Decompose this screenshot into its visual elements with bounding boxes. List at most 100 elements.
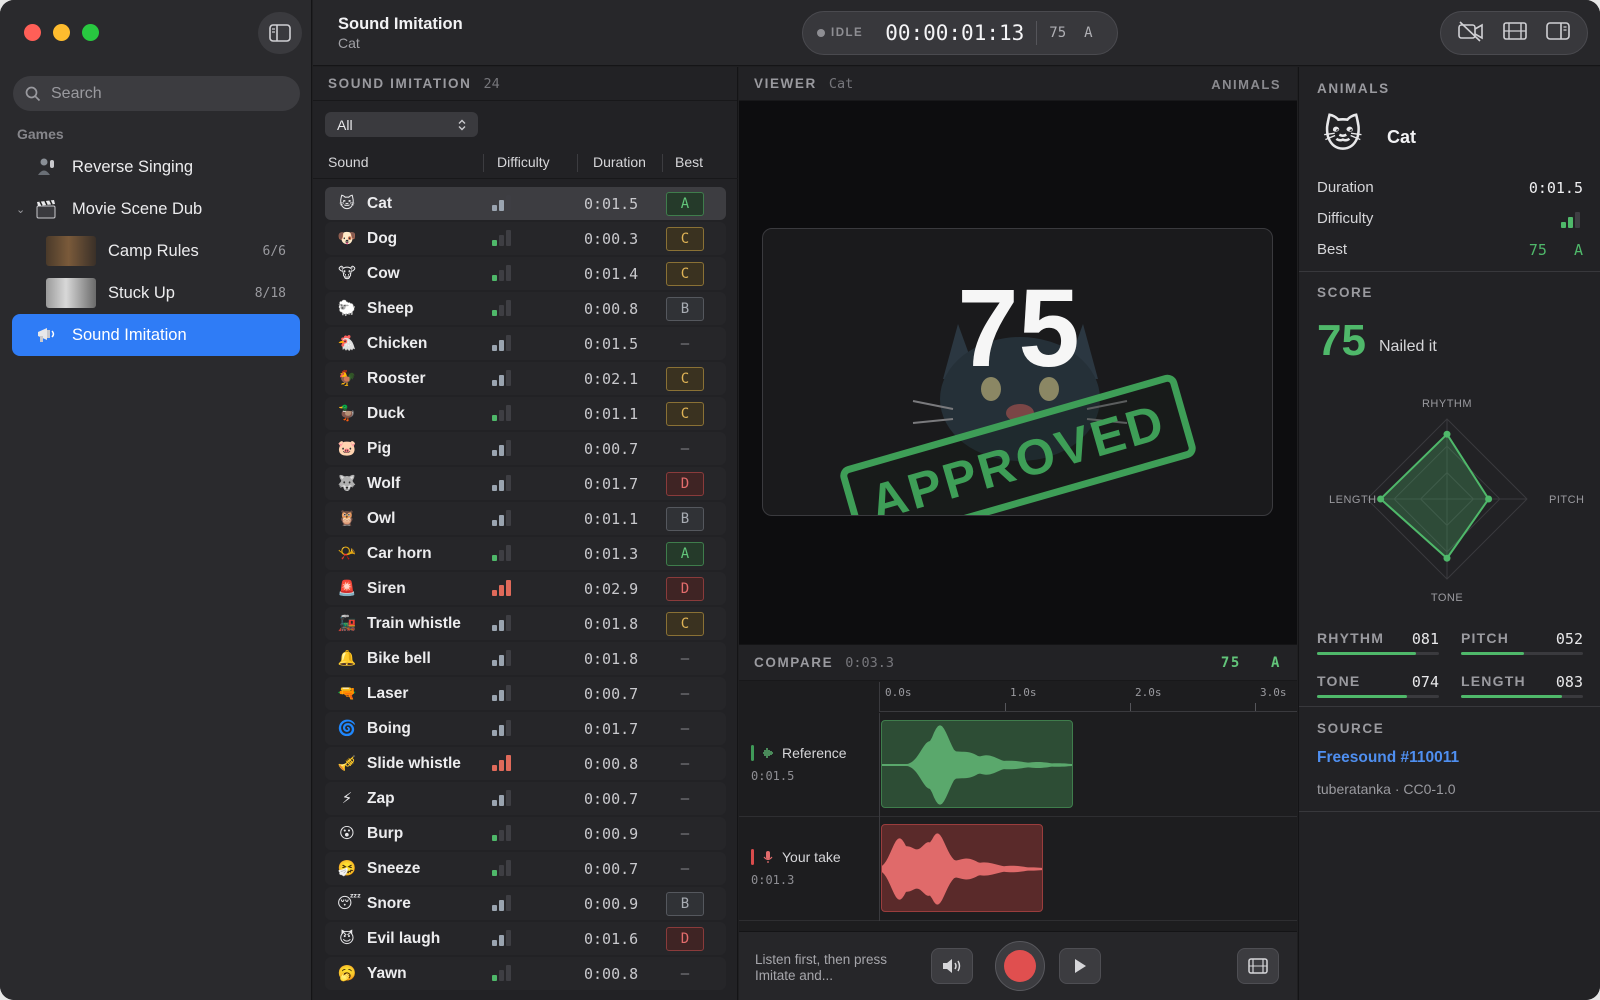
difficulty-indicator: [492, 650, 512, 666]
table-row[interactable]: 🚂 Train whistle 0:01.8 C: [325, 607, 726, 640]
metric-fill: [1461, 652, 1525, 655]
sidebar-item-reverse-singing[interactable]: Reverse Singing: [12, 146, 300, 188]
best-grade-badge: —: [680, 756, 690, 772]
difficulty-bar: [492, 380, 497, 386]
table-row[interactable]: 🐷 Pig 0:00.7 —: [325, 432, 726, 465]
sidebar-toggle-button[interactable]: [258, 12, 302, 54]
search-field[interactable]: Search: [13, 76, 300, 111]
track-lane[interactable]: [879, 817, 1297, 921]
sidebar-item-label: Movie Scene Dub: [72, 199, 203, 218]
camera-off-icon[interactable]: [1457, 20, 1485, 47]
sidebar: Search Games Reverse Singing ⌄ Movie Sce…: [0, 0, 312, 1000]
ruler-label: 0.0s: [885, 686, 912, 699]
search-icon: [25, 86, 41, 101]
table-row[interactable]: 🔔 Bike bell 0:01.8 —: [325, 642, 726, 675]
score-display: 75: [957, 267, 1080, 390]
table-row[interactable]: 🦉 Owl 0:01.1 B: [325, 502, 726, 535]
column-header-sound[interactable]: Sound: [328, 154, 368, 170]
zoom-window-button[interactable]: [82, 24, 99, 41]
difficulty-bar: [506, 475, 511, 491]
table-row[interactable]: 🦆 Duck 0:01.1 C: [325, 397, 726, 430]
table-row[interactable]: 🐺 Wolf 0:01.7 D: [325, 467, 726, 500]
table-row[interactable]: 🐮 Cow 0:01.4 C: [325, 257, 726, 290]
play-button[interactable]: [1059, 948, 1101, 984]
record-controls: Listen first, then press Imitate and...: [739, 931, 1297, 1000]
time-ruler[interactable]: 0.0s 1.0s 2.0s 3.0s: [879, 682, 1297, 712]
sound-name: Chicken: [367, 334, 428, 352]
table-row[interactable]: 😈 Evil laugh 0:01.6 D: [325, 922, 726, 955]
sound-icon: 🐑: [337, 299, 357, 317]
difficulty-bar: [499, 375, 504, 386]
difficulty-bar: [492, 345, 497, 351]
table-row[interactable]: 🎺 Slide whistle 0:00.8 —: [325, 747, 726, 780]
reference-clip[interactable]: [881, 720, 1073, 808]
best-grade-badge: B: [666, 892, 704, 916]
minimize-window-button[interactable]: [53, 24, 70, 41]
sound-name: Boing: [367, 719, 411, 737]
listen-button[interactable]: [931, 948, 973, 984]
record-button[interactable]: [995, 941, 1045, 991]
close-window-button[interactable]: [24, 24, 41, 41]
best-grade: A: [1573, 241, 1583, 259]
column-header-difficulty[interactable]: Difficulty: [497, 154, 550, 170]
film-strip-icon[interactable]: [1502, 20, 1528, 47]
score-readout: 75: [1049, 25, 1067, 41]
sound-duration: 0:00.8: [584, 299, 639, 318]
best-grade-badge: C: [666, 367, 704, 391]
table-row[interactable]: 🔫 Laser 0:00.7 —: [325, 677, 726, 710]
metric-value: 074: [1411, 673, 1439, 691]
difficulty-bar: [492, 975, 497, 981]
your-take-clip[interactable]: [881, 824, 1043, 912]
table-row[interactable]: 🥱 Yawn 0:00.8 —: [325, 957, 726, 990]
best-grade-badge: —: [680, 791, 690, 807]
sidebar-item-camp-rules[interactable]: Camp Rules 6/6: [12, 230, 300, 272]
column-header-best[interactable]: Best: [675, 154, 703, 170]
reference-track: Reference 0:01.5: [739, 713, 1297, 817]
table-row[interactable]: 🐓 Rooster 0:02.1 C: [325, 362, 726, 395]
difficulty-indicator: [492, 475, 512, 491]
table-row[interactable]: 🚨 Siren 0:02.9 D: [325, 572, 726, 605]
source-link[interactable]: Freesound #110011: [1317, 749, 1459, 767]
sidebar-item-movie-scene-dub[interactable]: ⌄ Movie Scene Dub: [12, 188, 300, 230]
table-row[interactable]: 🐶 Dog 0:00.3 C: [325, 222, 726, 255]
sound-name: Evil laugh: [367, 929, 441, 947]
film-button[interactable]: [1237, 948, 1279, 984]
sound-icon: 🐺: [337, 474, 357, 492]
table-row[interactable]: 🌀 Boing 0:01.7 —: [325, 712, 726, 745]
inspector-toggle-icon[interactable]: [1545, 20, 1571, 47]
difficulty-bar: [506, 615, 511, 631]
sound-duration: 0:00.8: [584, 754, 639, 773]
sound-name: Train whistle: [367, 614, 461, 632]
table-row[interactable]: 🐑 Sheep 0:00.8 B: [325, 292, 726, 325]
chevron-down-icon[interactable]: ⌄: [16, 203, 25, 216]
sound-icon: 🐓: [337, 369, 357, 387]
difficulty-indicator: [492, 440, 512, 456]
difficulty-bar: [492, 660, 497, 666]
filter-select[interactable]: All: [325, 112, 478, 137]
difficulty-indicator: [492, 930, 512, 946]
table-row[interactable]: 😮 Burp 0:00.9 —: [325, 817, 726, 850]
sidebar-item-stuck-up[interactable]: Stuck Up 8/18: [12, 272, 300, 314]
difficulty-bar: [492, 555, 497, 561]
sound-icon: 🔫: [337, 684, 357, 702]
table-row[interactable]: 🤧 Sneeze 0:00.7 —: [325, 852, 726, 885]
difficulty-bar: [1561, 222, 1566, 228]
table-row[interactable]: 🐔 Chicken 0:01.5 —: [325, 327, 726, 360]
ruler-label: 1.0s: [1010, 686, 1037, 699]
table-header: Sound Difficulty Duration Best: [313, 146, 738, 179]
table-row[interactable]: 🐱 Cat 0:01.5 A: [325, 187, 726, 220]
difficulty-bar: [499, 655, 504, 666]
table-row[interactable]: 😴 Snore 0:00.9 B: [325, 887, 726, 920]
radar-label: RHYTHM: [1422, 398, 1472, 410]
sound-icon: ⚡: [341, 789, 353, 807]
difficulty-bar: [492, 415, 497, 421]
difficulty-bar: [492, 520, 497, 526]
table-row[interactable]: 📯 Car horn 0:01.3 A: [325, 537, 726, 570]
table-row[interactable]: ⚡ Zap 0:00.7 —: [325, 782, 726, 815]
column-header-duration[interactable]: Duration: [593, 154, 646, 170]
track-lane[interactable]: [879, 713, 1297, 817]
radar-point: [1377, 495, 1385, 503]
sidebar-item-sound-imitation[interactable]: Sound Imitation: [12, 314, 300, 356]
difficulty-indicator: [492, 405, 512, 421]
difficulty-bar: [492, 870, 497, 876]
